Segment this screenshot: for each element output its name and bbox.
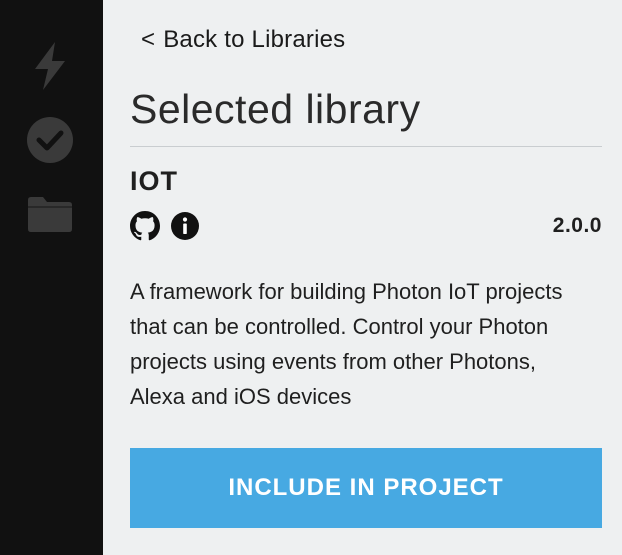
library-description: A framework for building Photon IoT proj… — [130, 279, 563, 409]
page-title: Selected library — [130, 86, 421, 132]
github-icon — [130, 211, 160, 241]
library-version: 2.0.0 — [552, 214, 602, 237]
library-name: IOT — [130, 166, 178, 196]
library-links — [130, 211, 200, 241]
check-circle-icon — [27, 117, 73, 163]
back-link-label: Back to Libraries — [163, 26, 346, 53]
include-in-project-button[interactable]: INCLUDE IN PROJECT — [130, 448, 602, 528]
info-icon — [171, 212, 199, 240]
divider — [130, 146, 602, 147]
info-link[interactable] — [170, 211, 200, 241]
sidebar-item-files[interactable] — [22, 186, 78, 242]
library-detail-panel: < Back to Libraries Selected library IOT … — [103, 0, 622, 555]
sidebar-item-verify[interactable] — [22, 112, 78, 168]
github-link[interactable] — [130, 211, 160, 241]
folder-icon — [28, 197, 72, 232]
lightning-icon — [35, 42, 65, 90]
chevron-left-icon: < — [141, 26, 156, 53]
sidebar-item-flash[interactable] — [22, 38, 78, 94]
sidebar — [0, 0, 103, 555]
back-to-libraries-link[interactable]: < Back to Libraries — [141, 26, 345, 54]
